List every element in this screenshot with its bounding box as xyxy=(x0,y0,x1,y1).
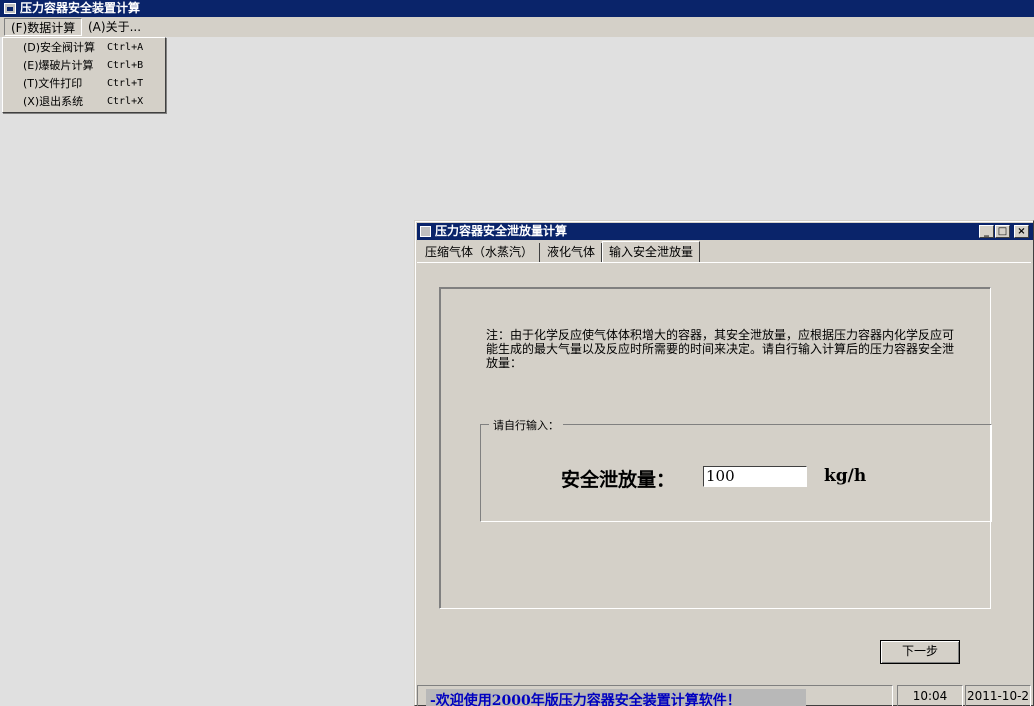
relief-calc-window: 压力容器安全泄放量计算 _ □ × 压缩气体（水蒸汽） 液化气体 输入安全泄放量… xyxy=(414,220,1034,706)
relief-amount-label: 安全泄放量： xyxy=(561,469,676,491)
content-panel: 注：由于化学反应使气体体积增大的容器，其安全泄放量，应根据压力容器内化学反应可能… xyxy=(439,287,992,609)
tab-divider xyxy=(417,262,1031,263)
status-message: -欢迎使用2000年版压力容器安全装置计算软件！ xyxy=(426,689,806,706)
app-icon xyxy=(4,3,16,14)
groupbox-title: 请自行输入： xyxy=(489,417,563,433)
menu-item-accel: Ctrl+B xyxy=(107,60,144,71)
status-message-pane: -欢迎使用2000年版压力容器安全装置计算软件！ xyxy=(417,685,893,706)
menubar: (F)数据计算 (A)关于... xyxy=(0,17,1034,37)
maximize-button[interactable]: □ xyxy=(995,225,1010,238)
input-groupbox: 请自行输入： 安全泄放量： 100 kg/h xyxy=(480,417,992,522)
status-time: 10:04 xyxy=(897,685,963,706)
menu-item-label: (X)退出系统 xyxy=(23,95,84,108)
menu-item-rupture-disc[interactable]: (E)爆破片计算 Ctrl+B xyxy=(3,57,165,75)
data-calc-dropdown: (D)安全阀计算 Ctrl+A (E)爆破片计算 Ctrl+B (T)文件打印 … xyxy=(2,37,166,113)
child-title: 压力容器安全泄放量计算 xyxy=(435,224,568,238)
tab-strip: 压缩气体（水蒸汽） 液化气体 输入安全泄放量 xyxy=(417,241,1031,263)
main-title: 压力容器安全装置计算 xyxy=(20,1,141,15)
menu-about[interactable]: (A)关于... xyxy=(82,18,147,36)
relief-amount-input[interactable]: 100 xyxy=(703,466,807,487)
menu-item-label: (T)文件打印 xyxy=(23,77,83,90)
menu-item-label: (D)安全阀计算 xyxy=(23,41,96,54)
window-icon xyxy=(420,226,431,237)
next-button[interactable]: 下一步 xyxy=(880,640,960,664)
menu-data-calc[interactable]: (F)数据计算 xyxy=(4,18,83,36)
statusbar: -欢迎使用2000年版压力容器安全装置计算软件！ 10:04 2011-10-2 xyxy=(417,685,1033,706)
tab-liquefied-gas[interactable]: 液化气体 xyxy=(541,243,603,262)
relief-amount-unit: kg/h xyxy=(824,466,867,486)
note-text: 注：由于化学反应使气体体积增大的容器，其安全泄放量，应根据压力容器内化学反应可能… xyxy=(486,328,955,370)
menu-item-print[interactable]: (T)文件打印 Ctrl+T xyxy=(3,75,165,93)
menu-item-safety-valve[interactable]: (D)安全阀计算 Ctrl+A xyxy=(3,39,165,57)
menu-item-exit[interactable]: (X)退出系统 Ctrl+X xyxy=(3,93,165,111)
tab-input-relief[interactable]: 输入安全泄放量 xyxy=(602,241,701,263)
menu-item-accel: Ctrl+X xyxy=(107,96,144,107)
main-titlebar: 压力容器安全装置计算 xyxy=(0,0,1034,17)
status-date: 2011-10-2 xyxy=(965,685,1031,706)
child-titlebar[interactable]: 压力容器安全泄放量计算 _ □ × xyxy=(417,223,1033,240)
close-button[interactable]: × xyxy=(1014,225,1029,238)
menu-item-label: (E)爆破片计算 xyxy=(23,59,94,72)
menu-item-accel: Ctrl+A xyxy=(107,42,144,53)
menu-item-accel: Ctrl+T xyxy=(107,78,144,89)
minimize-button[interactable]: _ xyxy=(979,225,994,238)
tab-compressed-gas[interactable]: 压缩气体（水蒸汽） xyxy=(419,243,541,262)
